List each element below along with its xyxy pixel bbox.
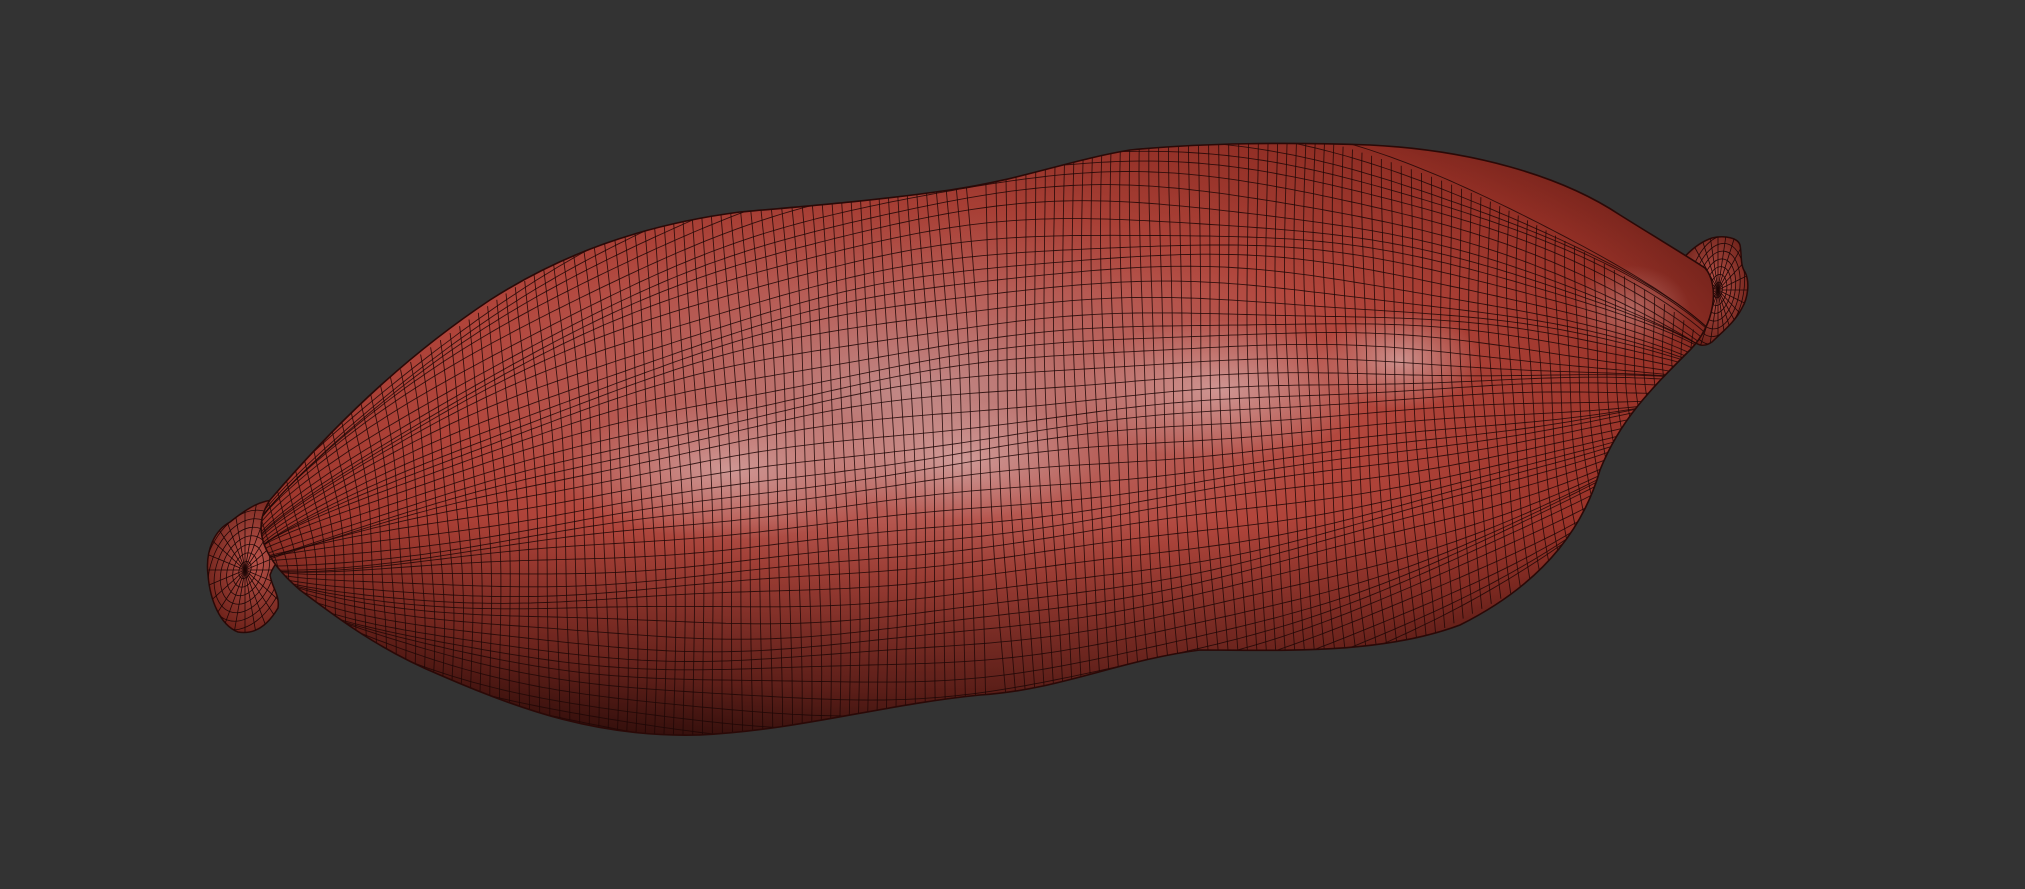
wire-edge-ring: [1699, 339, 1714, 441]
sculpt-model-render[interactable]: [0, 0, 2025, 889]
wire-edge-ring: [1690, 329, 1714, 452]
surface-shading: [261, 143, 1714, 736]
sweet-potato-body[interactable]: [0, 105, 2025, 765]
3d-viewport[interactable]: [0, 0, 2025, 889]
wire-edge-ring: [1709, 355, 1714, 425]
